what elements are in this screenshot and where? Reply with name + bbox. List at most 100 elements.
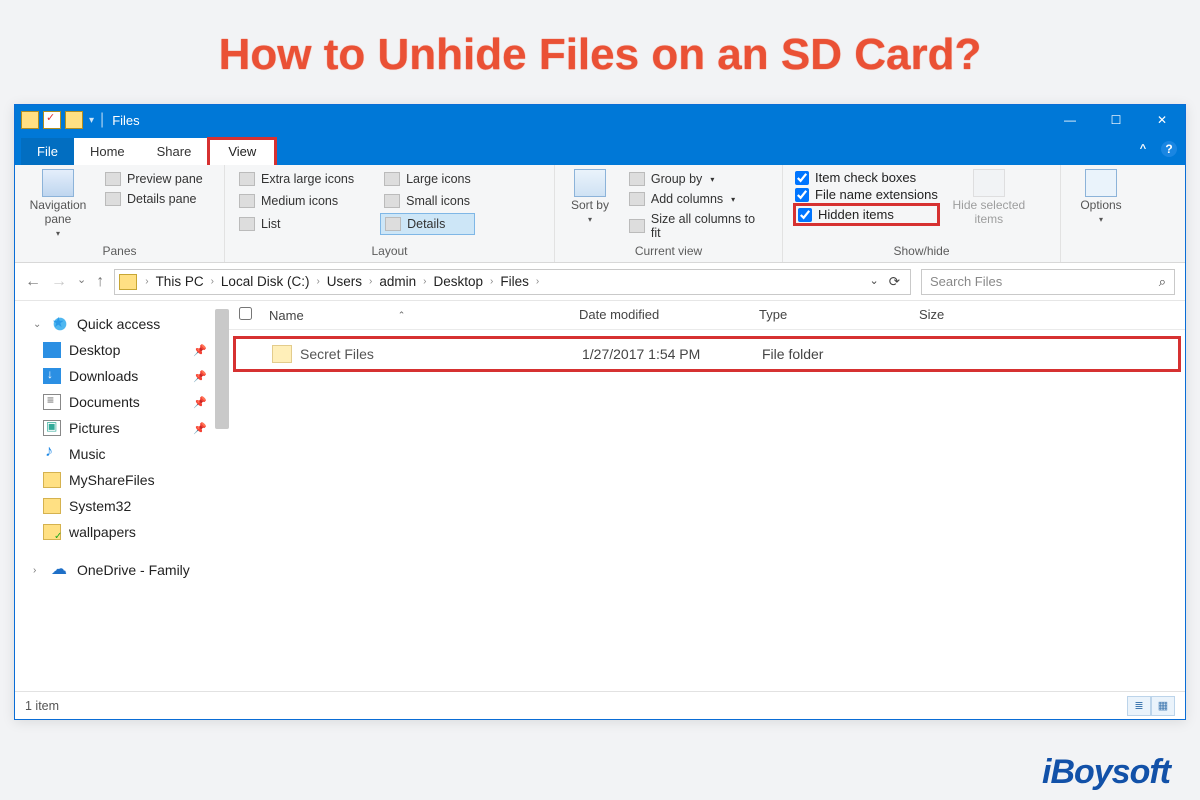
desktop-icon <box>43 342 61 358</box>
back-button[interactable]: ← <box>25 273 41 291</box>
preview-pane-icon <box>105 172 121 186</box>
options-button[interactable]: Options ▾ <box>1071 169 1131 224</box>
refresh-button[interactable]: ⟳ <box>889 274 900 290</box>
layout-small[interactable]: Small icons <box>380 191 475 211</box>
ribbon-group-show-hide: Item check boxes File name extensions Hi… <box>783 165 1061 262</box>
hidden-items-checkbox[interactable] <box>798 208 812 222</box>
properties-icon[interactable] <box>43 111 61 129</box>
size-all-columns-button[interactable]: Size all columns to fit <box>625 209 772 243</box>
sidebar-onedrive[interactable]: › OneDrive - Family <box>25 557 229 583</box>
sidebar-item-downloads[interactable]: Downloads📌 <box>25 363 229 389</box>
sidebar-item-pictures[interactable]: Pictures📌 <box>25 415 229 441</box>
documents-icon <box>43 394 61 410</box>
column-type[interactable]: Type <box>759 307 919 323</box>
tab-view[interactable]: View <box>207 137 277 165</box>
chevron-right-icon[interactable]: › <box>209 276 216 287</box>
column-date[interactable]: Date modified <box>579 307 759 323</box>
ribbon-group-current-view: Sort by ▾ Group by▾ Add columns▾ Size al… <box>555 165 783 262</box>
sidebar-item-mysharefiles[interactable]: MyShareFiles <box>25 467 229 493</box>
details-pane-button[interactable]: Details pane <box>101 189 207 209</box>
chevron-right-icon[interactable]: › <box>534 276 541 287</box>
sidebar-quick-access[interactable]: ⌄ Quick access <box>25 311 229 337</box>
sidebar-item-wallpapers[interactable]: ✓wallpapers <box>25 519 229 545</box>
crumb-files[interactable]: Files <box>497 274 532 289</box>
folder-icon <box>43 472 61 488</box>
item-check-boxes-toggle[interactable]: Item check boxes <box>793 169 940 186</box>
new-folder-icon[interactable] <box>65 111 83 129</box>
layout-large[interactable]: Large icons <box>380 169 475 189</box>
chevron-down-icon: ▾ <box>588 215 592 224</box>
group-by-label: Group by <box>651 172 702 186</box>
layout-medium[interactable]: Medium icons <box>235 191 358 211</box>
address-bar[interactable]: › This PC › Local Disk (C:) › Users › ad… <box>114 269 911 295</box>
chevron-right-icon[interactable]: › <box>488 276 495 287</box>
chevron-down-icon: ▾ <box>56 229 60 238</box>
preview-pane-button[interactable]: Preview pane <box>101 169 207 189</box>
crumb-admin[interactable]: admin <box>376 274 419 289</box>
crumb-this-pc[interactable]: This PC <box>153 274 207 289</box>
chevron-right-icon[interactable]: › <box>143 276 150 287</box>
help-icon[interactable]: ? <box>1161 141 1177 157</box>
layout-details[interactable]: Details <box>380 213 475 235</box>
pin-icon: 📌 <box>193 396 207 409</box>
tab-file[interactable]: File <box>21 138 74 165</box>
tab-share[interactable]: Share <box>141 138 208 165</box>
navigation-pane-button[interactable]: Navigation pane ▾ <box>25 169 91 238</box>
layout-extra-large[interactable]: Extra large icons <box>235 169 358 189</box>
crumb-users[interactable]: Users <box>324 274 365 289</box>
minimize-button[interactable]: — <box>1047 105 1093 135</box>
close-button[interactable]: ✕ <box>1139 105 1185 135</box>
sidebar-item-label: Pictures <box>69 420 120 436</box>
star-icon <box>51 316 69 332</box>
history-dropdown[interactable]: ⌄ <box>869 274 878 290</box>
search-icon[interactable]: ⌕ <box>1159 274 1166 290</box>
xl-icons-label: Extra large icons <box>261 172 354 186</box>
layout-list[interactable]: List <box>235 213 358 235</box>
file-ext-toggle[interactable]: File name extensions <box>793 186 940 203</box>
details-pane-icon <box>105 192 121 206</box>
group-label-panes: Panes <box>25 244 214 260</box>
search-box[interactable]: Search Files ⌕ <box>921 269 1175 295</box>
sidebar-item-documents[interactable]: Documents📌 <box>25 389 229 415</box>
file-ext-checkbox[interactable] <box>795 188 809 202</box>
sidebar-scrollbar[interactable] <box>215 309 229 429</box>
expander-icon[interactable]: ⌄ <box>33 319 43 330</box>
details-view-button[interactable]: ≣ <box>1127 696 1151 716</box>
sort-by-button[interactable]: Sort by ▾ <box>565 169 615 224</box>
sidebar-item-music[interactable]: Music <box>25 441 229 467</box>
hide-selected-icon <box>973 169 1005 197</box>
sidebar-item-desktop[interactable]: Desktop📌 <box>25 337 229 363</box>
preview-pane-label: Preview pane <box>127 172 203 186</box>
item-check-boxes-checkbox[interactable] <box>795 171 809 185</box>
medium-icons-icon <box>239 194 255 208</box>
maximize-button[interactable]: ☐ <box>1093 105 1139 135</box>
chevron-up-icon[interactable]: ^ <box>1135 141 1151 157</box>
chevron-right-icon[interactable]: › <box>421 276 428 287</box>
up-button[interactable]: ↑ <box>96 273 104 291</box>
forward-button[interactable]: → <box>51 273 67 291</box>
tab-home[interactable]: Home <box>74 138 141 165</box>
select-all-checkbox[interactable] <box>239 307 252 320</box>
column-size[interactable]: Size <box>919 307 1039 323</box>
file-row[interactable]: Secret Files 1/27/2017 1:54 PM File fold… <box>233 336 1181 372</box>
qat-dropdown-icon[interactable]: ▾ <box>89 115 94 126</box>
sort-icon <box>574 169 606 197</box>
group-label-current-view: Current view <box>565 244 772 260</box>
chevron-right-icon[interactable]: › <box>367 276 374 287</box>
add-columns-button[interactable]: Add columns▾ <box>625 189 772 209</box>
column-name[interactable]: Name⌃ <box>269 307 579 323</box>
ribbon-group-layout: Extra large icons Large icons Medium ico… <box>225 165 555 262</box>
crumb-desktop[interactable]: Desktop <box>431 274 487 289</box>
crumb-local-disk[interactable]: Local Disk (C:) <box>218 274 313 289</box>
details-pane-label: Details pane <box>127 192 197 206</box>
group-by-button[interactable]: Group by▾ <box>625 169 772 189</box>
chevron-right-icon[interactable]: › <box>314 276 321 287</box>
view-mode-buttons: ≣ ▦ <box>1127 696 1175 716</box>
recent-locations-button[interactable]: ⌄ <box>77 273 86 291</box>
expander-icon[interactable]: › <box>33 565 43 576</box>
content-area: ⌄ Quick access Desktop📌 Downloads📌 Docum… <box>15 301 1185 691</box>
icons-view-button[interactable]: ▦ <box>1151 696 1175 716</box>
hidden-items-toggle[interactable]: Hidden items <box>793 203 940 226</box>
sidebar-item-system32[interactable]: System32 <box>25 493 229 519</box>
ribbon-collapse[interactable]: ^ ? <box>1135 141 1177 157</box>
